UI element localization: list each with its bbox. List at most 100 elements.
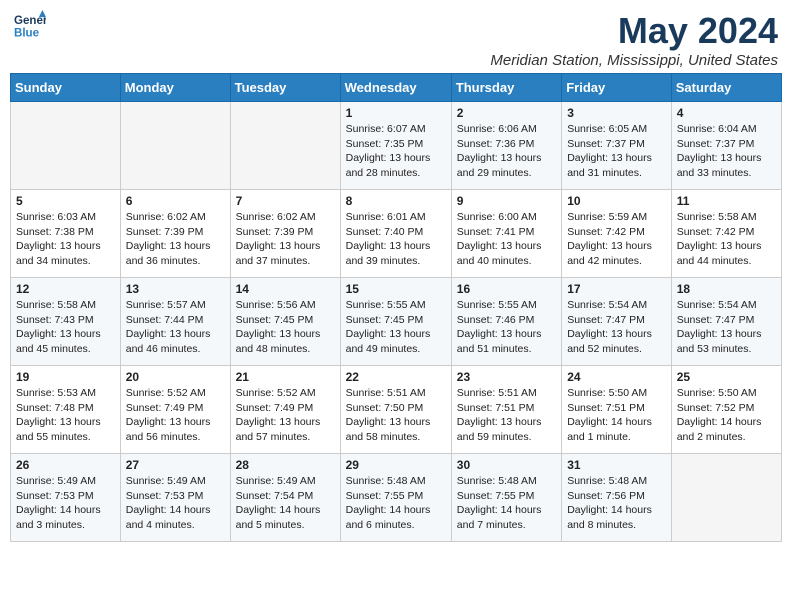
cell-content: Sunrise: 5:49 AMSunset: 7:53 PMDaylight:… (16, 474, 115, 533)
cell-content: Sunrise: 6:03 AMSunset: 7:38 PMDaylight:… (16, 210, 115, 269)
calendar-cell: 1 Sunrise: 6:07 AMSunset: 7:35 PMDaylight… (340, 102, 451, 190)
cell-content: Sunrise: 5:59 AMSunset: 7:42 PMDaylight:… (567, 210, 666, 269)
day-number: 30 (457, 458, 556, 472)
day-number: 27 (126, 458, 225, 472)
calendar-cell (671, 454, 781, 542)
cell-content: Sunrise: 5:52 AMSunset: 7:49 PMDaylight:… (126, 386, 225, 445)
day-number: 20 (126, 370, 225, 384)
cell-content: Sunrise: 5:57 AMSunset: 7:44 PMDaylight:… (126, 298, 225, 357)
cell-content: Sunrise: 5:58 AMSunset: 7:42 PMDaylight:… (677, 210, 776, 269)
header-sunday: Sunday (11, 74, 121, 102)
day-number: 11 (677, 194, 776, 208)
calendar-cell: 29Sunrise: 5:48 AMSunset: 7:55 PMDayligh… (340, 454, 451, 542)
calendar-cell: 22Sunrise: 5:51 AMSunset: 7:50 PMDayligh… (340, 366, 451, 454)
header-row: SundayMondayTuesdayWednesdayThursdayFrid… (11, 74, 782, 102)
cell-content: Sunrise: 6:05 AMSunset: 7:37 PMDaylight:… (567, 122, 666, 181)
day-number: 8 (346, 194, 446, 208)
location-title: Meridian Station, Mississippi, United St… (490, 52, 778, 69)
cell-content: Sunrise: 5:55 AMSunset: 7:45 PMDaylight:… (346, 298, 446, 357)
calendar-cell: 11 Sunrise: 5:58 AMSunset: 7:42 PMDayligh… (671, 190, 781, 278)
day-number: 2 (457, 106, 556, 120)
header-saturday: Saturday (671, 74, 781, 102)
week-row-3: 12 Sunrise: 5:58 AMSunset: 7:43 PMDayligh… (11, 278, 782, 366)
day-number: 26 (16, 458, 115, 472)
calendar-cell: 8Sunrise: 6:01 AMSunset: 7:40 PMDaylight… (340, 190, 451, 278)
cell-content: Sunrise: 6:02 AMSunset: 7:39 PMDaylight:… (126, 210, 225, 269)
calendar-cell (120, 102, 230, 190)
cell-content: Sunrise: 5:51 AMSunset: 7:50 PMDaylight:… (346, 386, 446, 445)
calendar-cell: 6 Sunrise: 6:02 AMSunset: 7:39 PMDaylight… (120, 190, 230, 278)
cell-content: Sunrise: 6:00 AMSunset: 7:41 PMDaylight:… (457, 210, 556, 269)
page-header: General Blue May 2024 Meridian Station, … (10, 10, 782, 69)
calendar-cell: 30 Sunrise: 5:48 AMSunset: 7:55 PMDayligh… (451, 454, 561, 542)
calendar-cell: 19 Sunrise: 5:53 AMSunset: 7:48 PMDayligh… (11, 366, 121, 454)
calendar-cell (230, 102, 340, 190)
cell-content: Sunrise: 5:48 AMSunset: 7:55 PMDaylight:… (457, 474, 556, 533)
day-number: 7 (236, 194, 335, 208)
cell-content: Sunrise: 5:48 AMSunset: 7:55 PMDaylight:… (346, 474, 446, 533)
calendar-cell: 28 Sunrise: 5:49 AMSunset: 7:54 PMDayligh… (230, 454, 340, 542)
day-number: 21 (236, 370, 335, 384)
calendar-cell: 21 Sunrise: 5:52 AMSunset: 7:49 PMDayligh… (230, 366, 340, 454)
header-friday: Friday (562, 74, 672, 102)
day-number: 6 (126, 194, 225, 208)
svg-text:Blue: Blue (14, 28, 40, 40)
calendar-cell: 20 Sunrise: 5:52 AMSunset: 7:49 PMDayligh… (120, 366, 230, 454)
week-row-1: 1 Sunrise: 6:07 AMSunset: 7:35 PMDaylight… (11, 102, 782, 190)
day-number: 17 (567, 282, 666, 296)
cell-content: Sunrise: 5:49 AMSunset: 7:53 PMDaylight:… (126, 474, 225, 533)
cell-content: Sunrise: 5:48 AMSunset: 7:56 PMDaylight:… (567, 474, 666, 533)
calendar-cell: 12 Sunrise: 5:58 AMSunset: 7:43 PMDayligh… (11, 278, 121, 366)
day-number: 1 (346, 106, 446, 120)
header-monday: Monday (120, 74, 230, 102)
calendar-cell: 15 Sunrise: 5:55 AMSunset: 7:45 PMDayligh… (340, 278, 451, 366)
cell-content: Sunrise: 5:52 AMSunset: 7:49 PMDaylight:… (236, 386, 335, 445)
cell-content: Sunrise: 6:02 AMSunset: 7:39 PMDaylight:… (236, 210, 335, 269)
day-number: 5 (16, 194, 115, 208)
day-number: 28 (236, 458, 335, 472)
calendar-cell: 13Sunrise: 5:57 AMSunset: 7:44 PMDayligh… (120, 278, 230, 366)
cell-content: Sunrise: 5:55 AMSunset: 7:46 PMDaylight:… (457, 298, 556, 357)
day-number: 4 (677, 106, 776, 120)
day-number: 23 (457, 370, 556, 384)
calendar-cell: 16 Sunrise: 5:55 AMSunset: 7:46 PMDayligh… (451, 278, 561, 366)
day-number: 25 (677, 370, 776, 384)
logo: General Blue (14, 10, 46, 42)
logo-icon: General Blue (14, 10, 46, 42)
day-number: 16 (457, 282, 556, 296)
calendar-cell: 23Sunrise: 5:51 AMSunset: 7:51 PMDayligh… (451, 366, 561, 454)
day-number: 31 (567, 458, 666, 472)
cell-content: Sunrise: 5:58 AMSunset: 7:43 PMDaylight:… (16, 298, 115, 357)
day-number: 18 (677, 282, 776, 296)
day-number: 19 (16, 370, 115, 384)
week-row-2: 5 Sunrise: 6:03 AMSunset: 7:38 PMDaylight… (11, 190, 782, 278)
calendar-cell: 9 Sunrise: 6:00 AMSunset: 7:41 PMDaylight… (451, 190, 561, 278)
calendar-cell: 7 Sunrise: 6:02 AMSunset: 7:39 PMDaylight… (230, 190, 340, 278)
cell-content: Sunrise: 5:50 AMSunset: 7:52 PMDaylight:… (677, 386, 776, 445)
month-title: May 2024 (490, 10, 778, 52)
cell-content: Sunrise: 5:49 AMSunset: 7:54 PMDaylight:… (236, 474, 335, 533)
week-row-5: 26 Sunrise: 5:49 AMSunset: 7:53 PMDayligh… (11, 454, 782, 542)
day-number: 10 (567, 194, 666, 208)
day-number: 9 (457, 194, 556, 208)
cell-content: Sunrise: 5:54 AMSunset: 7:47 PMDaylight:… (677, 298, 776, 357)
day-number: 12 (16, 282, 115, 296)
day-number: 15 (346, 282, 446, 296)
week-row-4: 19 Sunrise: 5:53 AMSunset: 7:48 PMDayligh… (11, 366, 782, 454)
day-number: 24 (567, 370, 666, 384)
calendar-cell: 27 Sunrise: 5:49 AMSunset: 7:53 PMDayligh… (120, 454, 230, 542)
cell-content: Sunrise: 5:53 AMSunset: 7:48 PMDaylight:… (16, 386, 115, 445)
cell-content: Sunrise: 6:07 AMSunset: 7:35 PMDaylight:… (346, 122, 446, 181)
calendar-cell (11, 102, 121, 190)
calendar-cell: 18 Sunrise: 5:54 AMSunset: 7:47 PMDayligh… (671, 278, 781, 366)
calendar-table: SundayMondayTuesdayWednesdayThursdayFrid… (10, 73, 782, 542)
header-thursday: Thursday (451, 74, 561, 102)
day-number: 3 (567, 106, 666, 120)
title-area: May 2024 Meridian Station, Mississippi, … (490, 10, 778, 69)
calendar-cell: 24Sunrise: 5:50 AMSunset: 7:51 PMDayligh… (562, 366, 672, 454)
cell-content: Sunrise: 5:54 AMSunset: 7:47 PMDaylight:… (567, 298, 666, 357)
calendar-cell: 10 Sunrise: 5:59 AMSunset: 7:42 PMDayligh… (562, 190, 672, 278)
calendar-cell: 26 Sunrise: 5:49 AMSunset: 7:53 PMDayligh… (11, 454, 121, 542)
header-tuesday: Tuesday (230, 74, 340, 102)
calendar-cell: 17 Sunrise: 5:54 AMSunset: 7:47 PMDayligh… (562, 278, 672, 366)
